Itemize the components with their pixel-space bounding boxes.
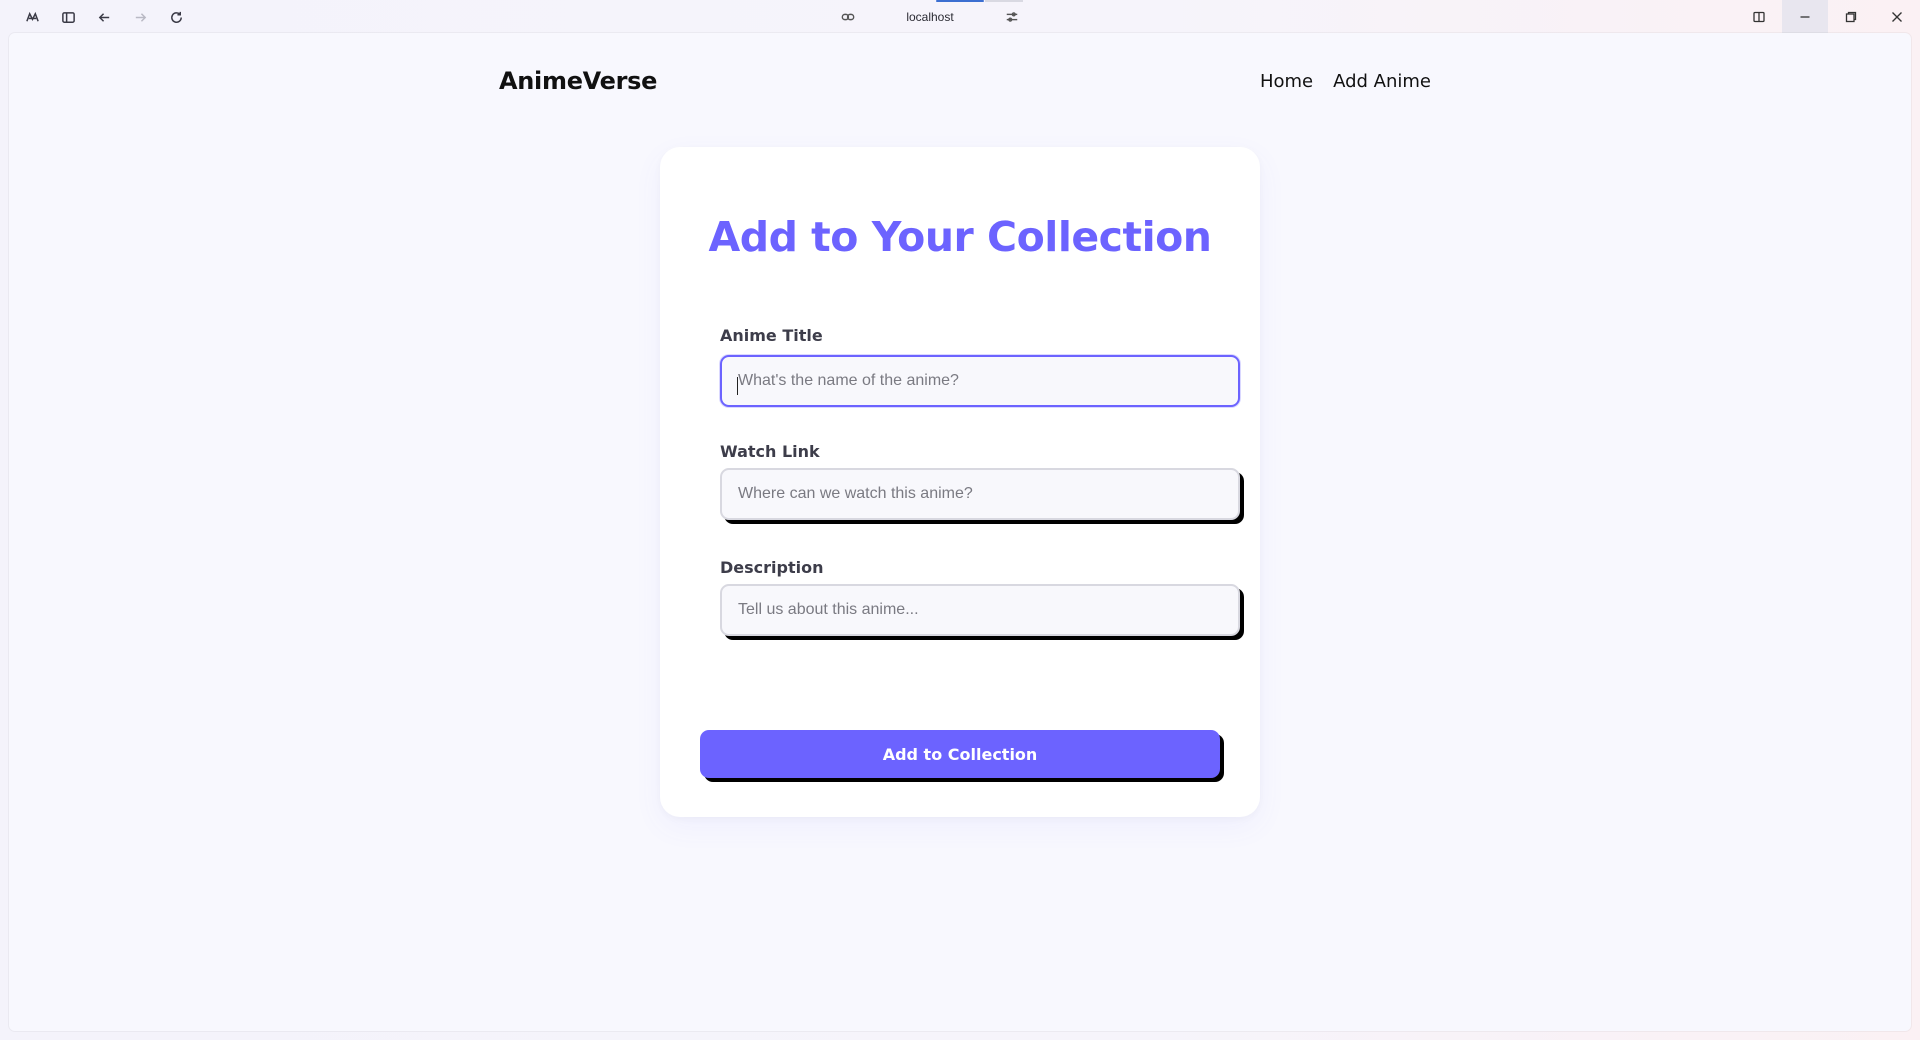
reload-icon[interactable] xyxy=(158,7,194,27)
tune-icon[interactable] xyxy=(1004,9,1020,25)
close-icon[interactable] xyxy=(1874,0,1920,33)
description-input[interactable] xyxy=(720,584,1240,636)
add-anime-form: Add to Your Collection Anime Title Watch… xyxy=(660,147,1260,817)
forward-arrow-icon[interactable] xyxy=(122,7,158,27)
active-tab-indicator xyxy=(936,0,984,2)
browser-toolbar xyxy=(14,7,194,27)
browser-chrome: localhost xyxy=(0,0,1920,33)
app-logo-icon[interactable] xyxy=(14,7,50,27)
sidebar-toggle-icon[interactable] xyxy=(50,7,86,27)
site-header: AnimeVerse Home Add Anime xyxy=(499,57,1431,105)
restore-icon[interactable] xyxy=(1828,0,1874,33)
back-arrow-icon[interactable] xyxy=(86,7,122,27)
nav-link-home[interactable]: Home xyxy=(1260,71,1313,92)
link-icon[interactable] xyxy=(840,9,856,25)
text-caret xyxy=(737,377,738,395)
main-nav: Home Add Anime xyxy=(1260,71,1431,92)
description-label: Description xyxy=(720,558,824,577)
page-viewport: AnimeVerse Home Add Anime Add to Your Co… xyxy=(9,33,1911,1031)
window-controls xyxy=(1736,0,1920,33)
brand-logo[interactable]: AnimeVerse xyxy=(499,67,657,95)
tab-indicator xyxy=(985,0,1023,2)
add-to-collection-button[interactable]: Add to Collection xyxy=(700,730,1220,778)
url-text[interactable]: localhost xyxy=(906,10,953,24)
minimize-icon[interactable] xyxy=(1782,0,1828,33)
address-bar[interactable]: localhost xyxy=(840,0,1023,33)
nav-link-add-anime[interactable]: Add Anime xyxy=(1333,71,1431,92)
watch-link-input[interactable] xyxy=(720,468,1240,520)
form-heading: Add to Your Collection xyxy=(708,213,1212,261)
split-view-icon[interactable] xyxy=(1736,0,1782,33)
anime-title-input[interactable] xyxy=(720,355,1240,407)
watch-link-label: Watch Link xyxy=(720,442,820,461)
anime-title-label: Anime Title xyxy=(720,326,823,345)
